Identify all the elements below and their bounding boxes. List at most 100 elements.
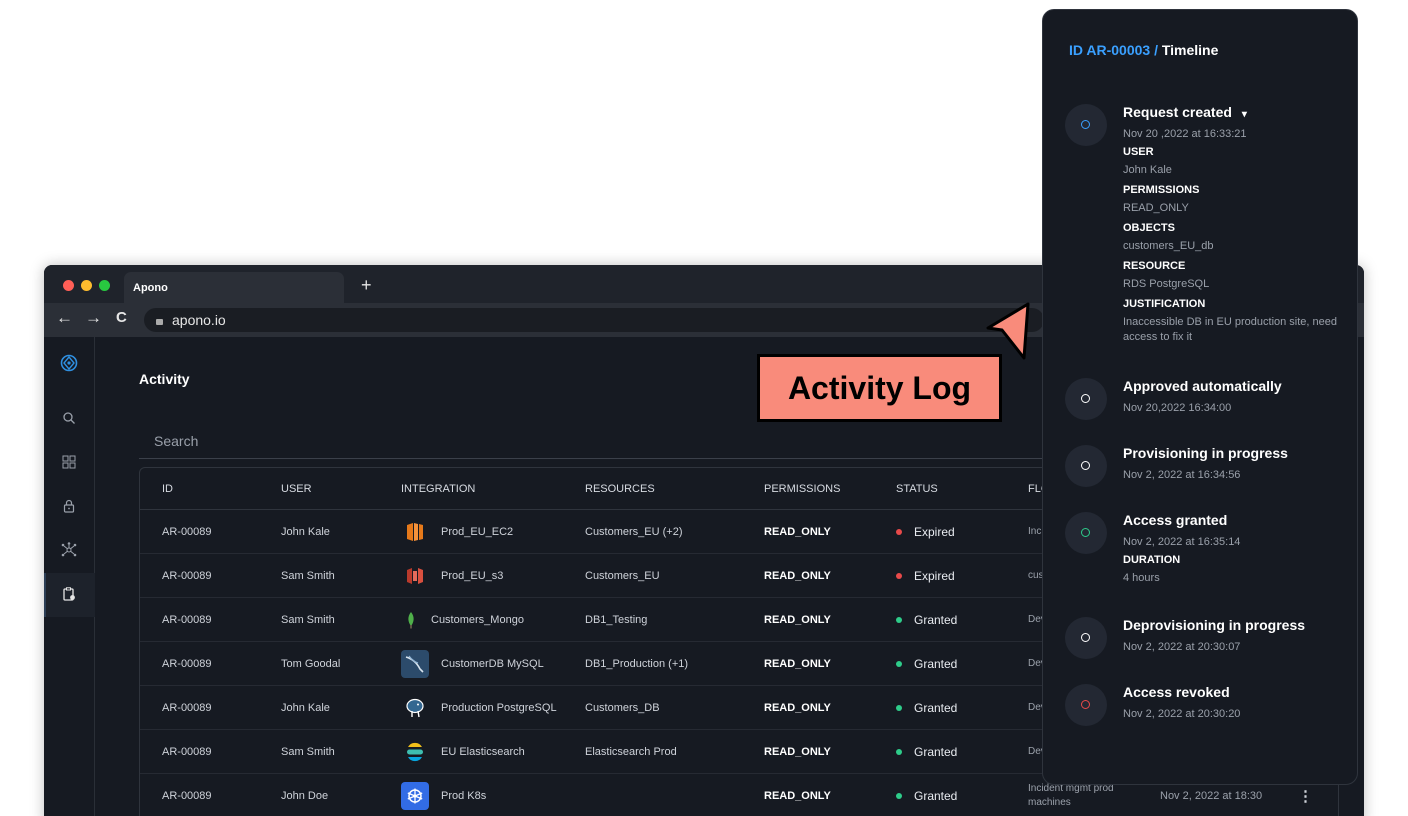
row-user: John Kale bbox=[281, 525, 330, 538]
search-input[interactable]: Search bbox=[139, 425, 1139, 459]
stage: Apono + ← → C apono.io Activity Search I… bbox=[0, 0, 1408, 816]
timeline-field-label: PERMISSIONS bbox=[1123, 184, 1200, 196]
row-user: John Kale bbox=[281, 701, 330, 714]
request-id[interactable]: ID AR-00003 bbox=[1069, 42, 1150, 58]
timeline-event-body: Access granted Nov 2, 2022 at 16:35:14 DUR… bbox=[1123, 512, 1353, 586]
timeline-event-body: Access revoked Nov 2, 2022 at 20:30:20 bbox=[1123, 684, 1353, 720]
apono-logo-icon[interactable] bbox=[60, 354, 78, 372]
row-user: Sam Smith bbox=[281, 745, 335, 758]
forward-button[interactable]: → bbox=[85, 308, 102, 328]
title-separator: / bbox=[1150, 42, 1162, 58]
row-id: AR-00089 bbox=[162, 569, 212, 582]
event-title-text: Access granted bbox=[1123, 512, 1228, 528]
status-dot bbox=[896, 528, 902, 535]
timeline-event-title: Approved automatically bbox=[1123, 378, 1353, 397]
lock-icon bbox=[156, 319, 163, 325]
row-permissions: READ_ONLY bbox=[764, 525, 831, 538]
timeline-field-value: John Kale bbox=[1123, 164, 1172, 176]
timeline-event-body: Approved automatically Nov 20,2022 16:34:… bbox=[1123, 378, 1353, 414]
status-dot bbox=[896, 748, 902, 755]
activity-clipboard-icon[interactable] bbox=[60, 585, 78, 603]
row-resources: Elasticsearch Prod bbox=[585, 745, 677, 758]
chevron-down-icon[interactable]: ▾ bbox=[1242, 109, 1247, 120]
row-status-label: Granted bbox=[914, 788, 958, 803]
timeline-field-value: RDS PostgreSQL bbox=[1123, 278, 1210, 290]
row-status-label: Expired bbox=[914, 568, 955, 583]
browser-tab[interactable]: Apono bbox=[124, 272, 344, 303]
lock-icon[interactable] bbox=[60, 497, 78, 515]
timeline-status-icon bbox=[1065, 512, 1107, 554]
row-user: John Doe bbox=[281, 789, 329, 802]
timeline-event-date: Nov 2, 2022 at 20:30:07 bbox=[1123, 641, 1241, 653]
row-status-label: Granted bbox=[914, 744, 958, 759]
maximize-window-button[interactable] bbox=[99, 280, 110, 291]
row-user: Tom Goodal bbox=[281, 657, 341, 670]
close-window-button[interactable] bbox=[63, 280, 74, 291]
row-status: Granted bbox=[896, 686, 957, 729]
row-integration-name: Production PostgreSQL bbox=[441, 701, 557, 714]
minimize-window-button[interactable] bbox=[81, 280, 92, 291]
timeline-title: Timeline bbox=[1161, 42, 1219, 58]
row-permissions: READ_ONLY bbox=[764, 613, 831, 626]
browser-tab-title: Apono bbox=[133, 282, 168, 294]
timeline-event-title: Provisioning in progress bbox=[1123, 445, 1353, 464]
postgresql-icon bbox=[401, 694, 429, 722]
column-header-integration[interactable]: INTEGRATION bbox=[401, 468, 475, 509]
row-permissions: READ_ONLY bbox=[764, 745, 831, 758]
row-resources: DB1_Production (+1) bbox=[585, 657, 689, 670]
new-tab-button[interactable]: + bbox=[361, 275, 372, 296]
row-id: AR-00089 bbox=[162, 525, 212, 538]
row-integration: Customers_Mongo bbox=[403, 598, 524, 641]
reload-button[interactable]: C bbox=[116, 309, 127, 326]
timeline-event-body: Request created ▾ Nov 20 ,2022 at 16:33:2… bbox=[1123, 104, 1353, 345]
row-id: AR-00089 bbox=[162, 701, 212, 714]
row-permissions: READ_ONLY bbox=[764, 701, 831, 714]
row-status: Granted bbox=[896, 730, 957, 773]
timeline-field-value: READ_ONLY bbox=[1123, 202, 1189, 214]
activity-log-callout: Activity Log bbox=[757, 354, 1002, 422]
page-title: Activity bbox=[139, 371, 190, 387]
row-status-label: Granted bbox=[914, 656, 958, 671]
status-dot bbox=[896, 704, 902, 711]
row-user: Sam Smith bbox=[281, 613, 335, 626]
back-button[interactable]: ← bbox=[56, 308, 73, 328]
column-header-user[interactable]: USER bbox=[281, 468, 312, 509]
timeline-field-label: USER bbox=[1123, 146, 1154, 158]
row-resources: Customers_EU bbox=[585, 569, 660, 582]
event-title-text: Access revoked bbox=[1123, 684, 1230, 700]
search-icon[interactable] bbox=[60, 409, 78, 427]
row-resources: Customers_DB bbox=[585, 701, 660, 714]
row-status: Granted bbox=[896, 598, 957, 641]
timeline-event-title: Access granted bbox=[1123, 512, 1353, 531]
dashboard-grid-icon[interactable] bbox=[60, 453, 78, 471]
url-field[interactable]: apono.io bbox=[144, 308, 1044, 332]
elasticsearch-icon bbox=[401, 738, 429, 766]
column-header-permissions[interactable]: PERMISSIONS bbox=[764, 468, 840, 509]
timeline-status-icon bbox=[1065, 617, 1107, 659]
column-header-resources[interactable]: RESOURCES bbox=[585, 468, 655, 509]
event-title-text: Approved automatically bbox=[1123, 378, 1282, 394]
timeline-status-icon bbox=[1065, 378, 1107, 420]
column-header-id[interactable]: ID bbox=[162, 468, 173, 509]
callout-arrow-icon bbox=[986, 302, 1030, 360]
timeline-event-title[interactable]: Request created ▾ bbox=[1123, 104, 1353, 123]
url-text: apono.io bbox=[172, 312, 226, 328]
status-dot bbox=[896, 792, 902, 799]
row-status: Expired bbox=[896, 554, 955, 597]
event-title-text: Request created bbox=[1123, 104, 1232, 120]
timeline-status-icon bbox=[1065, 104, 1107, 146]
timeline-status-icon bbox=[1065, 445, 1107, 487]
row-integration-name: EU Elasticsearch bbox=[441, 745, 525, 758]
timeline-field-label: DURATION bbox=[1123, 554, 1181, 566]
timeline-field-value: Inaccessible DB in EU production site, n… bbox=[1123, 316, 1338, 343]
row-integration: Production PostgreSQL bbox=[401, 686, 557, 729]
integrations-network-icon[interactable] bbox=[60, 541, 78, 559]
timeline-event-date: Nov 2, 2022 at 16:34:56 bbox=[1123, 469, 1241, 481]
timeline-event-title: Deprovisioning in progress bbox=[1123, 617, 1353, 636]
row-resources: DB1_Testing bbox=[585, 613, 648, 626]
row-integration: Prod K8s bbox=[401, 774, 486, 816]
row-status-label: Granted bbox=[914, 700, 958, 715]
timeline-event-date: Nov 20 ,2022 at 16:33:21 bbox=[1123, 128, 1247, 140]
column-header-status[interactable]: STATUS bbox=[896, 468, 938, 509]
status-dot bbox=[896, 660, 902, 667]
